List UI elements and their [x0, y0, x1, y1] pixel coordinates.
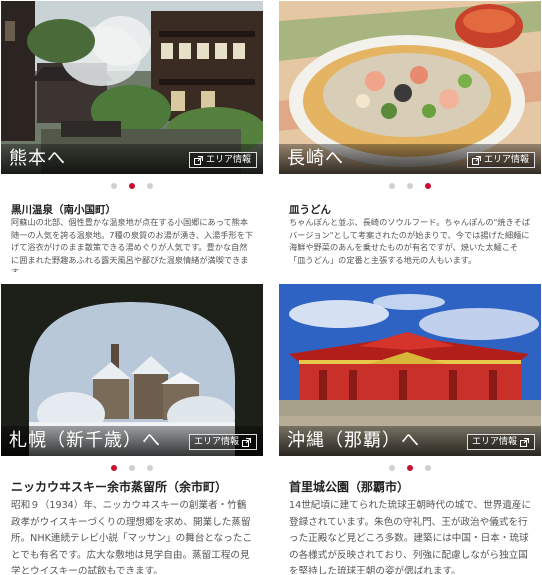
- area-title[interactable]: 熊本へ: [9, 144, 66, 170]
- carousel-dot-2[interactable]: [407, 183, 413, 189]
- hot-spring-village-photo[interactable]: 熊本へ エリア情報: [1, 1, 263, 174]
- carousel-dot-1[interactable]: [111, 465, 117, 471]
- destination-card-sapporo[interactable]: 札幌（新千歳）へ エリア情報 ニッカウヰスキー余市蒸留所（余市町） 昭和９（19…: [1, 284, 263, 574]
- carousel-dot-3[interactable]: [147, 183, 153, 189]
- carousel-dot-1[interactable]: [389, 183, 395, 189]
- area-info-button[interactable]: エリア情報: [188, 152, 257, 168]
- external-link-icon: [471, 155, 481, 165]
- carousel-dot-2[interactable]: [407, 465, 413, 471]
- external-link-icon: [242, 437, 251, 447]
- spot-description: 阿蘇山の北部、個性豊かな温泉地が点在する小国郷にあって熊本随一の人気を誇る温泉地…: [11, 217, 254, 272]
- destination-card-okinawa[interactable]: 沖縄（那覇）へ エリア情報 首里城公園（那覇市） 14世紀頃に建てられた琉球王朝…: [279, 284, 541, 574]
- spot-description: 昭和９（1934）年、ニッカウヰスキーの創業者・竹鶴政孝がウイスキーづくりの理想…: [11, 500, 253, 574]
- external-link-icon: [520, 437, 529, 447]
- area-info-button[interactable]: エリア情報: [466, 152, 535, 168]
- area-title[interactable]: 札幌（新千歳）へ: [9, 426, 161, 452]
- shuri-castle-photo[interactable]: 沖縄（那覇）へ エリア情報: [279, 284, 541, 456]
- spot-description: 14世紀頃に建てられた琉球王朝時代の城で、世界遺産に登録されています。朱色の守礼…: [289, 500, 532, 574]
- carousel-dot-3[interactable]: [425, 183, 431, 189]
- spot-name: ニッカウヰスキー余市蒸留所（余市町）: [11, 480, 228, 494]
- carousel-dots: [279, 183, 541, 189]
- area-info-label: エリア情報: [193, 437, 239, 447]
- destination-card-nagasaki[interactable]: 長崎へ エリア情報 皿うどん ちゃんぽんと並ぶ、長崎のソウルフード。ちゃんぽんの…: [279, 1, 541, 272]
- carousel-dots: [1, 183, 263, 189]
- carousel-dot-3[interactable]: [147, 465, 153, 471]
- spot-description: ちゃんぽんと並ぶ、長崎のソウルフード。ちゃんぽんの"焼きそばバージョン"として考…: [289, 217, 531, 265]
- area-title[interactable]: 沖縄（那覇）へ: [287, 426, 420, 452]
- area-info-label: エリア情報: [205, 155, 251, 165]
- carousel-dot-1[interactable]: [111, 183, 117, 189]
- carousel-dot-2[interactable]: [129, 183, 135, 189]
- sara-udon-photo[interactable]: 長崎へ エリア情報: [279, 1, 541, 174]
- carousel-dot-2[interactable]: [129, 465, 135, 471]
- carousel-dot-3[interactable]: [425, 465, 431, 471]
- destination-card-kumamoto[interactable]: 熊本へ エリア情報 黒川温泉（南小国町） 阿蘇山の北部、個性豊かな温泉地が点在す…: [1, 1, 263, 272]
- carousel-dots: [1, 465, 263, 471]
- spot-name: 首里城公園（那覇市）: [289, 480, 410, 494]
- area-info-label: エリア情報: [471, 437, 517, 447]
- carousel-dot-1[interactable]: [389, 465, 395, 471]
- area-info-label: エリア情報: [483, 155, 529, 165]
- spot-name: 黒川温泉（南小国町）: [11, 204, 116, 216]
- area-info-button[interactable]: エリア情報: [466, 434, 535, 450]
- distillery-snow-photo[interactable]: 札幌（新千歳）へ エリア情報: [1, 284, 263, 456]
- external-link-icon: [193, 155, 203, 165]
- spot-name: 皿うどん: [289, 204, 331, 216]
- area-info-button[interactable]: エリア情報: [188, 434, 257, 450]
- area-title[interactable]: 長崎へ: [287, 144, 344, 170]
- carousel-dots: [279, 465, 541, 471]
